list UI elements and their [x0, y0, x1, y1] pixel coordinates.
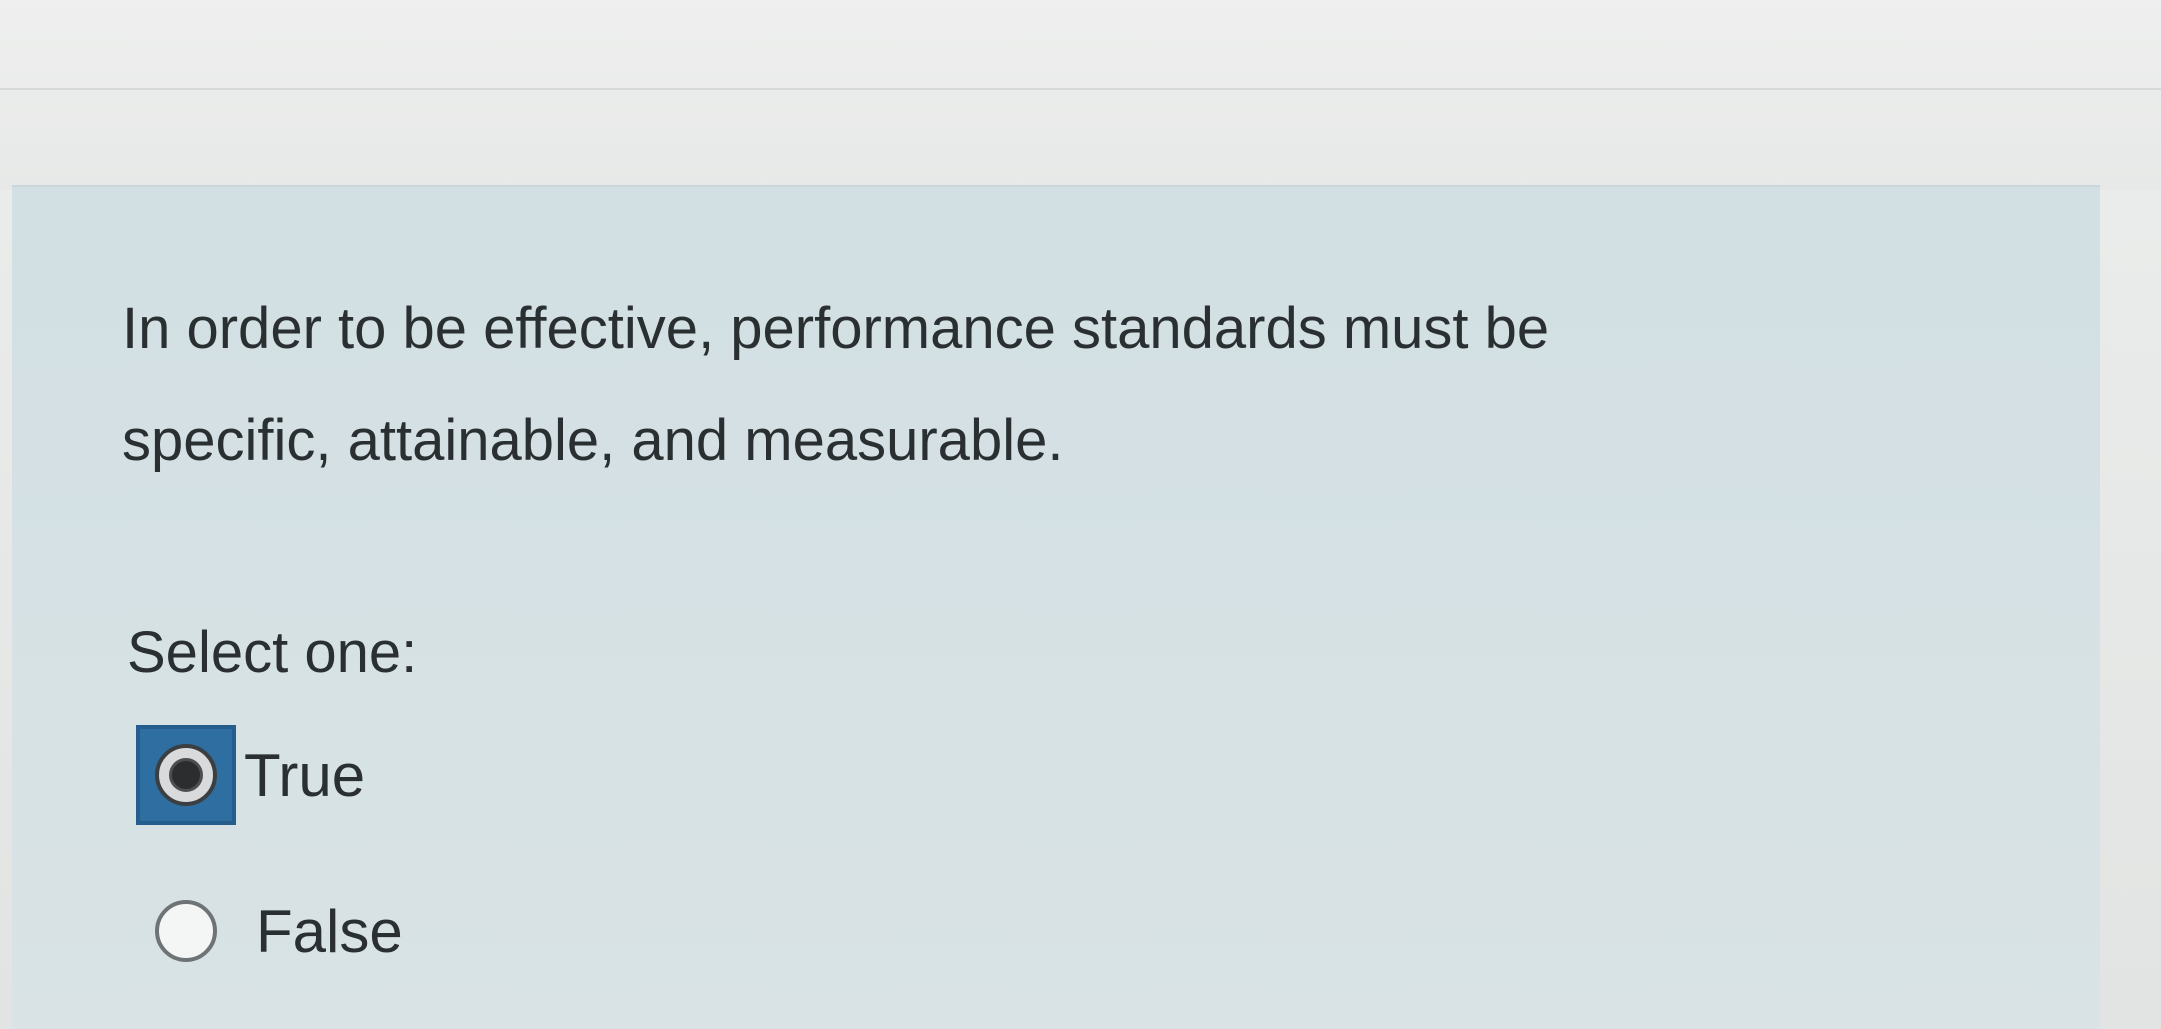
page-header-area — [0, 0, 2161, 190]
question-text: In order to be effective, performance st… — [122, 273, 2022, 497]
option-true[interactable]: True — [136, 725, 365, 825]
radio-selected-dot — [169, 758, 203, 792]
radio-focus-ring — [136, 725, 236, 825]
radio-true[interactable] — [155, 744, 217, 806]
option-false-label[interactable]: False — [256, 897, 403, 966]
header-divider — [0, 88, 2161, 90]
option-false[interactable]: False — [136, 881, 403, 981]
question-text-line-1: In order to be effective, performance st… — [122, 296, 1550, 361]
option-true-label[interactable]: True — [244, 741, 365, 810]
radio-false[interactable] — [155, 900, 217, 962]
question-panel: In order to be effective, performance st… — [12, 185, 2100, 1029]
question-text-line-2: specific, attainable, and measurable. — [122, 408, 1064, 473]
select-one-prompt: Select one: — [127, 620, 418, 685]
radio-wrap-false — [136, 881, 236, 981]
